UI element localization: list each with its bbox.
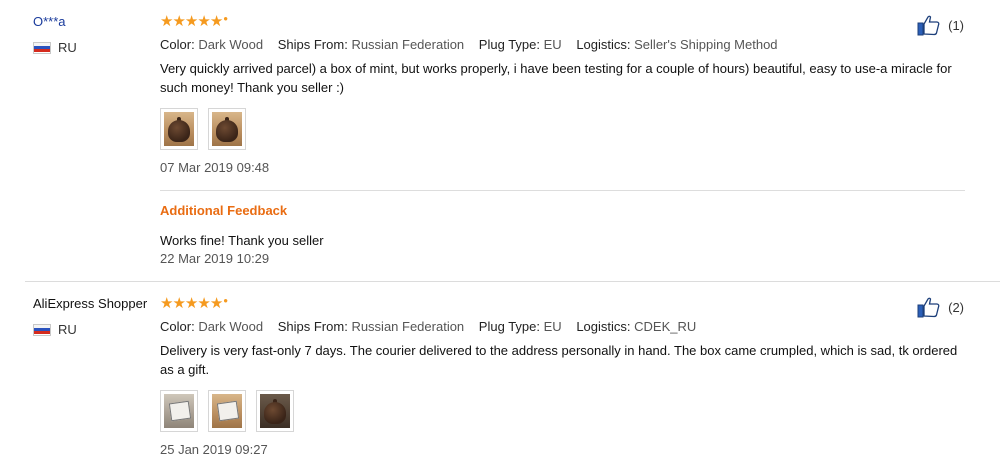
review-photos (160, 108, 970, 150)
review-text: Very quickly arrived parcel) a box of mi… (160, 61, 952, 95)
star-icon: ★ (209, 13, 223, 30)
order-attributes: Color: Dark Wood Ships From: Russian Fed… (160, 37, 970, 53)
star-icon: ★ (184, 13, 198, 30)
buyer-name[interactable]: O***a (33, 14, 158, 30)
star-dot: ● (223, 295, 229, 305)
star-icon: ★ (160, 13, 173, 30)
star-rating: ★ ★ ★ ★ ★ ● (160, 14, 970, 30)
attribute-color: Color: Dark Wood (160, 37, 264, 52)
review-content: ★ ★ ★ ★ ★ ● Color: Dark Wood Ships From:… (160, 296, 970, 458)
helpful-button[interactable]: (2) (917, 296, 964, 318)
review-photo-thumbnail[interactable] (208, 390, 246, 432)
divider (160, 190, 965, 191)
review-item: AliExpress Shopper RU ★ ★ ★ ★ ★ ● Color:… (0, 282, 1000, 470)
review-photo-thumbnail[interactable] (256, 390, 294, 432)
buyer-country: RU (33, 40, 158, 55)
attribute-plug-type: Plug Type: EU (478, 319, 562, 334)
buyer-country: RU (33, 322, 158, 337)
thumbs-up-icon (917, 297, 940, 318)
thumbs-up-icon (917, 15, 940, 36)
star-icon: ★ (197, 13, 210, 30)
additional-feedback-text: Works fine! Thank you seller (160, 233, 324, 248)
attribute-logistics: Logistics: Seller's Shipping Method (576, 37, 778, 52)
review-date: 07 Mar 2019 09:48 (160, 160, 270, 175)
star-icon: ★ (209, 295, 223, 312)
review-photos (160, 390, 970, 432)
review-photo-thumbnail[interactable] (160, 390, 198, 432)
star-rating: ★ ★ ★ ★ ★ ● (160, 296, 970, 312)
attribute-logistics: Logistics: CDEK_RU (576, 319, 697, 334)
review-text: Delivery is very fast-only 7 days. The c… (160, 343, 958, 377)
country-code: RU (58, 40, 77, 55)
star-dot: ● (223, 13, 229, 23)
helpful-count: (1) (948, 17, 964, 33)
review-item: O***a RU ★ ★ ★ ★ ★ ● Color: Dark Wood Sh… (0, 0, 1000, 282)
star-icon: ★ (172, 13, 185, 30)
star-icon: ★ (172, 295, 185, 312)
additional-feedback: Additional Feedback Works fine! Thank yo… (160, 203, 965, 267)
review-content: ★ ★ ★ ★ ★ ● Color: Dark Wood Ships From:… (160, 14, 970, 176)
buyer-info: AliExpress Shopper RU (33, 296, 158, 337)
buyer-info: O***a RU (33, 14, 158, 55)
star-icon: ★ (160, 295, 173, 312)
order-attributes: Color: Dark Wood Ships From: Russian Fed… (160, 319, 970, 335)
russia-flag-icon (33, 41, 51, 54)
review-photo-thumbnail[interactable] (160, 108, 198, 150)
country-code: RU (58, 322, 77, 337)
helpful-button[interactable]: (1) (917, 14, 964, 36)
review-photo-thumbnail[interactable] (208, 108, 246, 150)
attribute-ships-from: Ships From: Russian Federation (277, 37, 465, 52)
buyer-name: AliExpress Shopper (33, 296, 148, 311)
star-icon: ★ (184, 295, 198, 312)
additional-feedback-date: 22 Mar 2019 10:29 (160, 251, 270, 266)
helpful-count: (2) (948, 299, 964, 315)
attribute-ships-from: Ships From: Russian Federation (277, 319, 465, 334)
star-icon: ★ (197, 295, 210, 312)
attribute-color: Color: Dark Wood (160, 319, 264, 334)
attribute-plug-type: Plug Type: EU (478, 37, 562, 52)
russia-flag-icon (33, 323, 51, 336)
additional-feedback-title: Additional Feedback (160, 203, 288, 218)
review-date: 25 Jan 2019 09:27 (160, 442, 268, 457)
